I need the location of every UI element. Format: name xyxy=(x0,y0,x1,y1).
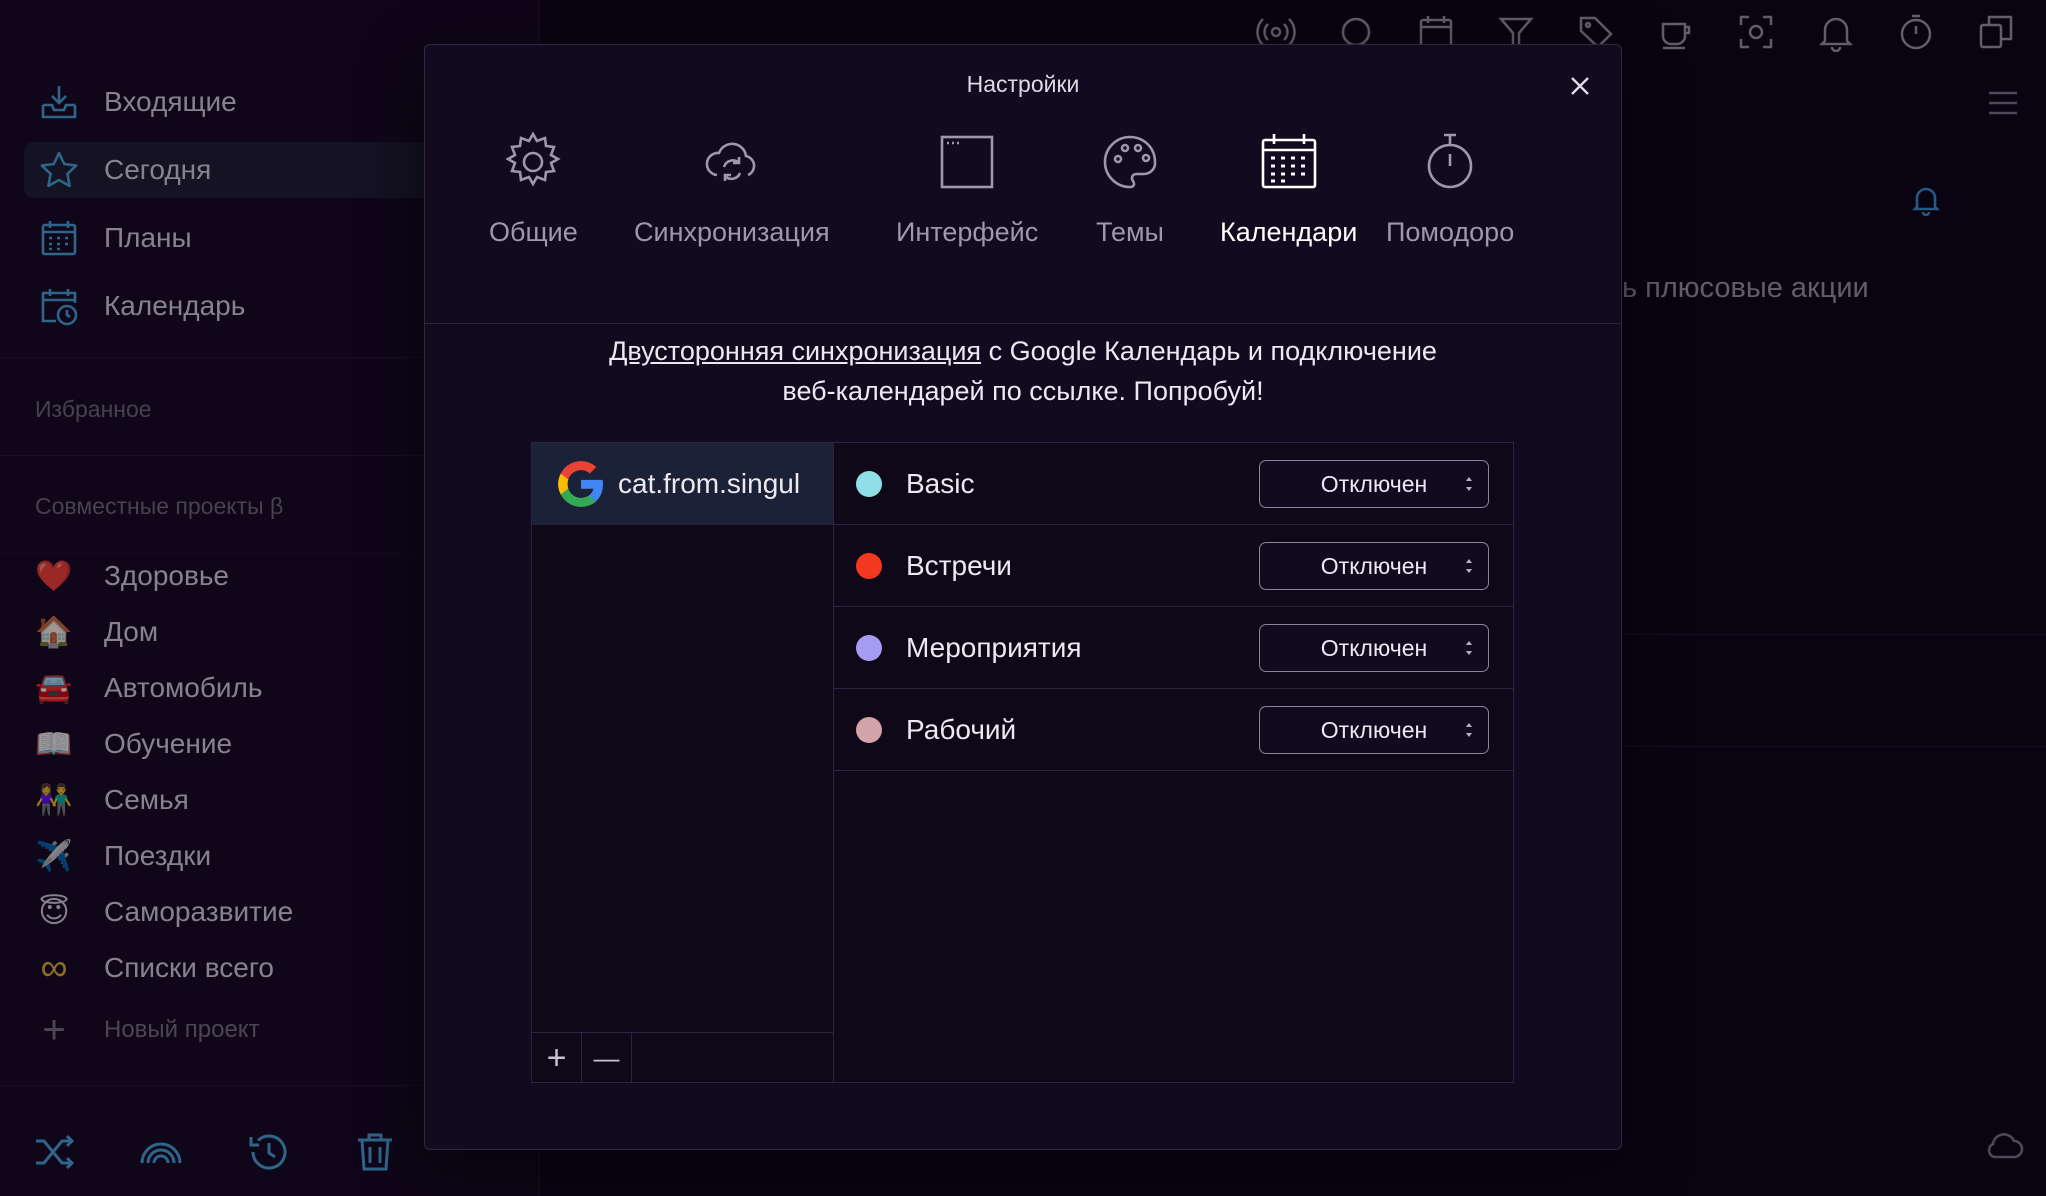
google-icon xyxy=(558,461,603,507)
account-tools: + — xyxy=(532,1032,833,1083)
two-way-sync-link[interactable]: Двусторонняя синхронизация xyxy=(609,336,981,366)
calendar-color-dot xyxy=(856,552,882,579)
tab-label: Помодоро xyxy=(1386,217,1515,247)
calendar-sync-select[interactable]: Отключен xyxy=(1259,706,1489,754)
select-value: Отключен xyxy=(1320,634,1428,661)
calendar-sync-select[interactable]: Отключен xyxy=(1259,460,1489,508)
gear-icon xyxy=(505,131,562,187)
calendar-sync-select[interactable]: Отключен xyxy=(1259,624,1489,672)
calendar-row: Мероприятия Отключен xyxy=(834,607,1513,689)
palette-icon xyxy=(1103,135,1157,189)
chevron-updown-icon xyxy=(1466,723,1472,737)
tab-label: Календари xyxy=(1220,217,1358,247)
calendar-sync-select[interactable]: Отключен xyxy=(1259,542,1489,590)
chevron-updown-icon xyxy=(1466,477,1472,491)
close-icon[interactable] xyxy=(1565,71,1595,101)
tab-interface[interactable]: Интерфейс xyxy=(896,129,1038,248)
tab-calendars[interactable]: Календари xyxy=(1220,129,1357,248)
chevron-updown-icon xyxy=(1466,641,1472,655)
calendars-panel: cat.from.singul + — Basic Отключен Встре… xyxy=(531,442,1514,1083)
accounts-list: cat.from.singul + — xyxy=(532,443,834,1083)
calendar-color-dot xyxy=(856,716,882,743)
settings-dialog: Настройки Общие Синхронизация Интерфейс … xyxy=(424,44,1622,1150)
calendar-name: Рабочий xyxy=(906,713,1017,745)
calendar-name: Мероприятия xyxy=(906,631,1082,663)
tab-label: Темы xyxy=(1096,217,1164,247)
stopwatch-icon xyxy=(1427,133,1473,189)
tab-sync[interactable]: Синхронизация xyxy=(634,129,830,248)
account-item-google[interactable]: cat.from.singul xyxy=(532,443,833,525)
settings-tabs: Общие Синхронизация Интерфейс Темы Кален… xyxy=(425,129,1621,324)
tab-label: Интерфейс xyxy=(896,217,1039,247)
remove-account-button[interactable]: — xyxy=(582,1033,632,1083)
calendar-row: Встречи Отключен xyxy=(834,525,1513,607)
account-email: cat.from.singul xyxy=(618,468,801,499)
cloud-sync-icon xyxy=(705,142,756,181)
dialog-title: Настройки xyxy=(966,71,1080,97)
calendar-row: Рабочий Отключен xyxy=(834,689,1513,771)
select-value: Отключен xyxy=(1320,552,1428,579)
calendar-color-dot xyxy=(856,634,882,661)
calendar-name: Встречи xyxy=(906,549,1012,581)
calendar-color-dot xyxy=(856,470,882,497)
tab-pomodoro[interactable]: Помодоро xyxy=(1386,129,1514,248)
tab-label: Общие xyxy=(489,217,578,247)
promo-text: с Google Календарь и подключение xyxy=(981,336,1437,366)
select-value: Отключен xyxy=(1320,716,1428,743)
tab-label: Синхронизация xyxy=(634,217,830,247)
calendar-icon xyxy=(1261,134,1316,189)
add-account-button[interactable]: + xyxy=(532,1033,582,1083)
chevron-updown-icon xyxy=(1466,559,1472,573)
tab-themes[interactable]: Темы xyxy=(1096,129,1164,248)
sync-promo: Двусторонняя синхронизация с Google Кале… xyxy=(425,331,1621,411)
tab-general[interactable]: Общие xyxy=(489,129,578,248)
promo-line-1: Двусторонняя синхронизация с Google Кале… xyxy=(425,331,1621,371)
window-icon xyxy=(940,135,994,189)
promo-line-2: веб-календарей по ссылке. Попробуй! xyxy=(782,376,1264,406)
calendar-name: Basic xyxy=(906,467,975,499)
select-value: Отключен xyxy=(1320,470,1428,497)
calendar-row: Basic Отключен xyxy=(834,443,1513,525)
calendar-list: Basic Отключен Встречи Отключен Мероприя… xyxy=(834,443,1513,771)
